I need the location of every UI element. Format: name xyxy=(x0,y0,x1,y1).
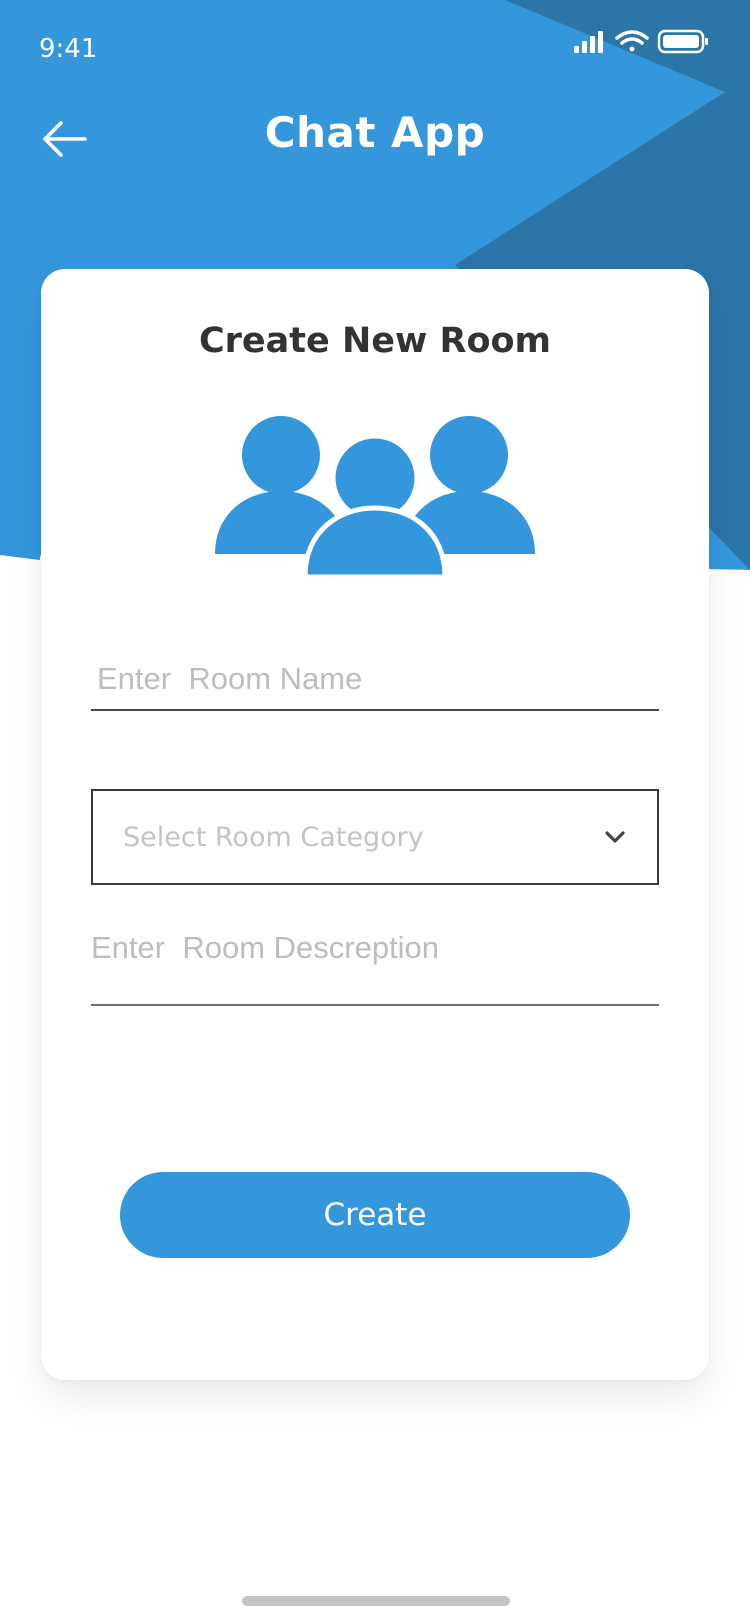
create-button[interactable]: Create xyxy=(120,1172,630,1258)
status-icons xyxy=(574,29,708,54)
room-description-input[interactable] xyxy=(91,924,659,1004)
room-category-placeholder: Select Room Category xyxy=(123,821,424,853)
battery-icon xyxy=(657,29,708,54)
app-title: Chat App xyxy=(264,108,486,157)
cellular-signal-icon xyxy=(574,31,603,53)
wifi-icon xyxy=(615,30,649,52)
status-bar: 9:41 xyxy=(0,0,750,100)
room-name-input[interactable] xyxy=(91,649,659,709)
room-name-field xyxy=(91,649,659,711)
room-description-field xyxy=(91,924,659,1006)
chevron-down-icon xyxy=(603,825,627,849)
users-group-icon xyxy=(215,416,535,575)
app-header: Chat App xyxy=(0,100,750,180)
card-title: Create New Room xyxy=(198,321,552,361)
create-room-card: Create New Room Select Room Category Cre… xyxy=(41,269,709,1380)
status-time: 9:41 xyxy=(39,34,98,64)
home-indicator xyxy=(242,1596,510,1606)
room-category-select[interactable]: Select Room Category xyxy=(91,789,659,885)
